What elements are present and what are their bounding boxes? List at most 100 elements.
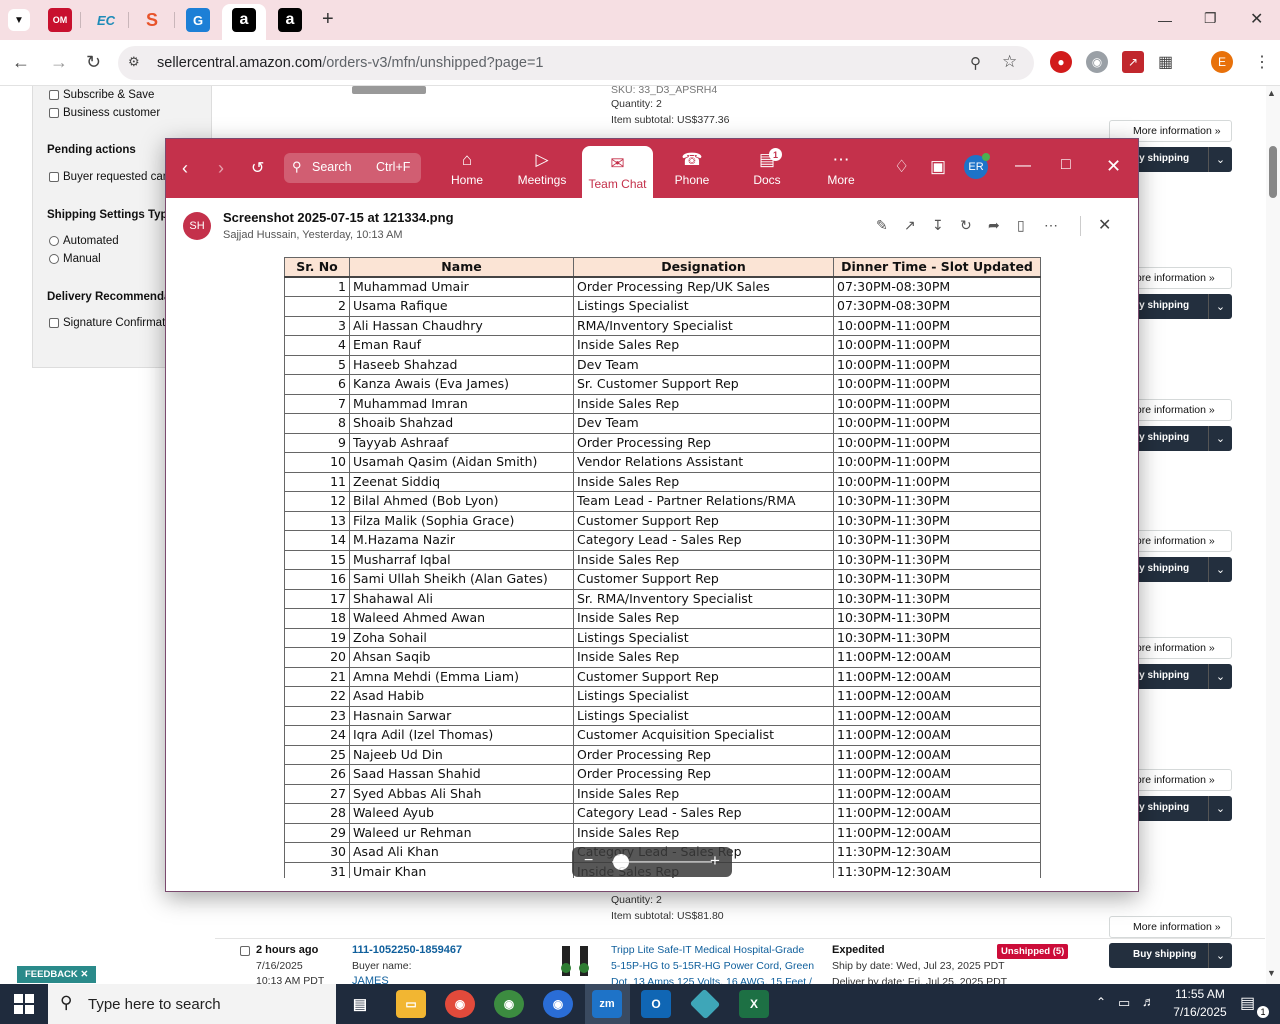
order-select-checkbox[interactable] [240, 946, 250, 956]
volume-icon[interactable]: ♬ [1142, 994, 1155, 1009]
extension-pdf-icon[interactable]: ↗ [1122, 51, 1144, 73]
zoom-control[interactable]: − + [572, 847, 732, 877]
signature-checkbox[interactable] [49, 318, 59, 328]
excel-icon[interactable]: X [739, 990, 769, 1018]
table-header-row: Sr. No Name Designation Dinner Time - Sl… [284, 257, 1041, 278]
chevron-down-icon[interactable]: ⌄ [1208, 943, 1232, 968]
chrome-icon[interactable]: ◉ [445, 990, 475, 1018]
business-customer-checkbox[interactable] [49, 108, 59, 118]
zoom-app-icon[interactable]: zm [592, 990, 622, 1018]
history-icon[interactable]: ↺ [251, 158, 264, 178]
maximize-window-icon[interactable]: □ [1061, 156, 1071, 174]
automated-radio[interactable] [49, 236, 59, 246]
windows-start-icon[interactable] [14, 994, 34, 1019]
tab-icon-amazon-active[interactable]: a [232, 8, 256, 32]
buyer-name-link[interactable]: JAMES [352, 975, 389, 984]
nav-docs[interactable]: ▤ Docs [737, 139, 797, 198]
extension-globe-icon[interactable]: ◉ [1086, 51, 1108, 73]
chevron-down-icon[interactable]: ⌄ [1208, 664, 1232, 689]
forward-arrow-icon[interactable]: › [218, 158, 224, 179]
back-arrow-icon[interactable]: ‹ [182, 158, 188, 179]
share-icon[interactable]: ➦ [988, 217, 1000, 234]
nav-more[interactable]: ⋯ More [811, 139, 871, 198]
edit-icon[interactable]: ✎ [876, 217, 888, 234]
back-icon[interactable]: ← [12, 52, 30, 73]
more-information-button[interactable]: More information » [1109, 916, 1232, 938]
buy-shipping-button[interactable]: Buy shipping ⌄ [1109, 943, 1232, 968]
scroll-down-icon[interactable]: ▼ [1267, 968, 1276, 978]
close-icon[interactable]: ✕ [80, 969, 88, 980]
file-explorer-icon[interactable]: ▭ [396, 990, 426, 1018]
subscribe-save-checkbox[interactable] [49, 90, 59, 100]
table-row: 18 Waleed Ahmed Awan Inside Sales Rep 10:30… [284, 608, 1041, 629]
tray-chevron-icon[interactable]: ⌃ [1096, 995, 1106, 1009]
close-browser-icon[interactable]: ✕ [1250, 9, 1263, 29]
bookmark-icon[interactable]: ▯ [1017, 217, 1025, 234]
manual-radio[interactable] [49, 254, 59, 264]
open-external-icon[interactable]: ↗ [904, 217, 916, 234]
product-title-line1[interactable]: Tripp Lite Safe-IT Medical Hospital-Grad… [611, 944, 804, 956]
restore-browser-icon[interactable]: ❐ [1204, 10, 1217, 27]
buyer-requested-checkbox[interactable] [49, 172, 59, 182]
close-preview-icon[interactable]: ✕ [1098, 215, 1111, 235]
profile-avatar[interactable]: E [1211, 51, 1233, 73]
order-id-link[interactable]: 111-1052250-1859467 [352, 944, 462, 956]
tab-icon-s[interactable]: S [140, 8, 164, 32]
employee-designation: Order Processing Rep [573, 764, 834, 785]
bookmark-star-icon[interactable]: ☆ [1002, 52, 1017, 72]
extensions-puzzle-icon[interactable]: ▦ [1158, 52, 1173, 72]
download-icon[interactable]: ↧ [932, 217, 944, 234]
nav-team-chat[interactable]: ✉ Team Chat [582, 146, 653, 198]
nav-phone[interactable]: ☎ Phone [662, 139, 722, 198]
task-view-icon[interactable]: ▤ [345, 990, 375, 1018]
close-window-icon[interactable]: ✕ [1106, 156, 1121, 177]
calendar-icon[interactable]: ▣ [930, 157, 946, 177]
extension-red-icon[interactable]: ● [1050, 51, 1072, 73]
chevron-down-icon[interactable]: ⌄ [1208, 147, 1232, 172]
minimize-browser-icon[interactable]: — [1158, 12, 1172, 28]
feedback-button[interactable]: FEEDBACK ✕ [17, 966, 97, 983]
zoom-icon[interactable]: ⚲ [970, 54, 981, 72]
zoom-out-icon[interactable]: − [584, 852, 593, 870]
clock-time[interactable]: 11:55 AM [1170, 987, 1230, 1001]
chrome-profile-icon[interactable]: ◉ [494, 990, 524, 1018]
chevron-down-icon[interactable]: ⌄ [1208, 557, 1232, 582]
site-info-icon[interactable]: ⚙ [128, 54, 140, 70]
forward-icon[interactable]: → [50, 52, 68, 73]
tab-icon-om[interactable]: OM [48, 8, 72, 32]
chevron-down-icon[interactable]: ⌄ [1208, 426, 1232, 451]
scroll-up-icon[interactable]: ▲ [1267, 88, 1276, 98]
employee-name: Muhammad Umair [349, 276, 574, 297]
row-number: 12 [284, 491, 350, 512]
tab-icon-ec[interactable]: EC [94, 8, 118, 32]
product-title-line2[interactable]: 5-15P-HG to 5-15R-HG Power Cord, Green [611, 960, 814, 972]
tab-icon-amazon[interactable]: a [278, 8, 302, 32]
zoom-in-icon[interactable]: + [710, 851, 720, 871]
browser-menu-icon[interactable]: ⋮ [1254, 52, 1270, 72]
tab-search-button[interactable]: ▼ [8, 9, 30, 31]
team-chat-search[interactable]: ⚲ Search Ctrl+F [284, 153, 421, 183]
scrollbar-thumb[interactable] [1269, 146, 1277, 198]
taskbar-search-box[interactable]: ⚲ Type here to search [48, 984, 336, 1024]
bell-icon[interactable]: ♢ [894, 157, 909, 177]
outlook-icon[interactable]: O [641, 990, 671, 1018]
product-title-line3[interactable]: Dot, 13 Amps 125 Volts, 16 AWG, 15 Feet … [611, 976, 812, 984]
network-icon[interactable]: ▭ [1118, 995, 1130, 1011]
new-tab-button[interactable]: + [322, 8, 334, 31]
page-scrollbar[interactable] [1266, 86, 1280, 984]
tab-icon-g[interactable]: G [186, 8, 210, 32]
notifications-icon[interactable]: ▤ [1240, 993, 1255, 1013]
chrome-alt-icon[interactable]: ◉ [543, 990, 573, 1018]
chevron-down-icon[interactable]: ⌄ [1208, 294, 1232, 319]
chevron-down-icon[interactable]: ⌄ [1208, 796, 1232, 821]
minimize-window-icon[interactable]: — [1015, 157, 1031, 175]
clock-date[interactable]: 7/16/2025 [1166, 1005, 1234, 1019]
reload-icon[interactable]: ↻ [86, 52, 101, 73]
rotate-icon[interactable]: ↻ [960, 217, 972, 234]
url-text[interactable]: sellercentral.amazon.com/orders-v3/mfn/u… [157, 55, 544, 71]
zoom-slider-thumb[interactable] [613, 854, 629, 870]
more-options-icon[interactable]: ⋯ [1044, 217, 1058, 234]
nav-meetings[interactable]: ▷ Meetings [509, 139, 575, 198]
product-image[interactable] [556, 944, 596, 984]
nav-home[interactable]: ⌂ Home [437, 139, 497, 198]
